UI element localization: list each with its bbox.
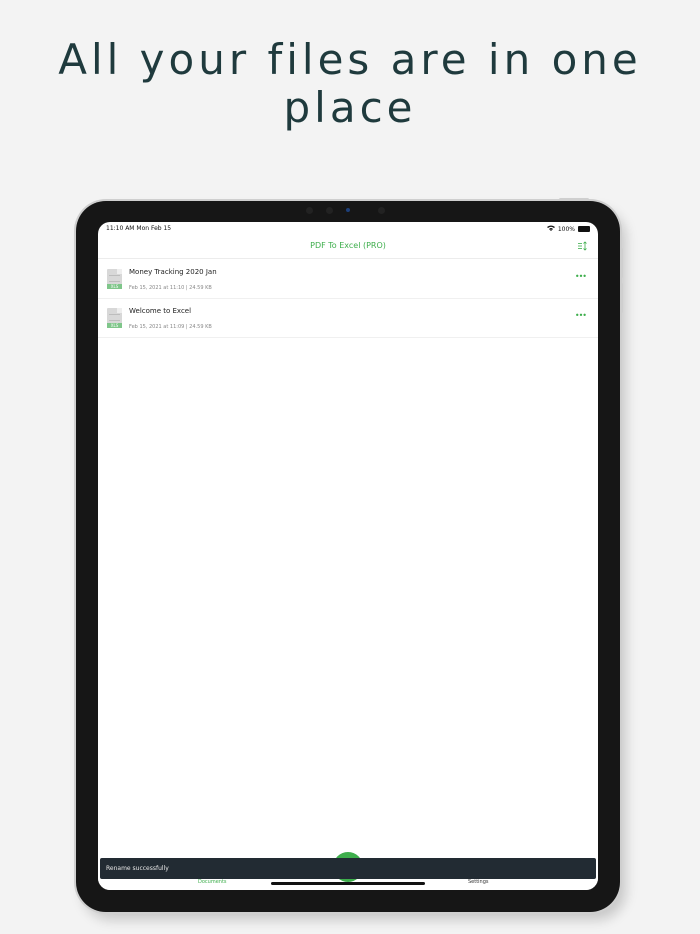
xls-file-icon: XLS	[107, 269, 122, 289]
ipad-frame: 11:10 AM Mon Feb 15 100% PDF To Excel (P…	[76, 198, 623, 912]
home-indicator[interactable]	[271, 882, 425, 885]
file-name: Welcome to Excel	[129, 307, 192, 315]
file-row[interactable]: XLS Welcome to Excel Feb 15, 2021 at 11:…	[98, 298, 598, 338]
top-button	[559, 198, 589, 201]
toast-text: Rename successfully	[106, 865, 169, 872]
wifi-icon	[546, 225, 555, 233]
headline: All your files are in one place	[58, 35, 642, 132]
file-meta: Feb 15, 2021 at 11:10 | 24.59 KB	[129, 285, 212, 291]
toast-message: Rename successfully	[100, 858, 596, 879]
file-name: Money Tracking 2020 Jan	[129, 268, 217, 276]
more-options-icon[interactable]: •••	[575, 272, 587, 281]
xls-file-icon: XLS	[107, 308, 122, 328]
more-options-icon[interactable]: •••	[575, 311, 587, 320]
tab-documents[interactable]: Documents	[198, 879, 227, 885]
volume-down-button	[620, 283, 623, 313]
status-bar: 11:10 AM Mon Feb 15 100%	[98, 222, 598, 236]
tab-settings[interactable]: Settings	[468, 879, 489, 885]
file-row[interactable]: XLS Money Tracking 2020 Jan Feb 15, 2021…	[98, 259, 598, 299]
screen: 11:10 AM Mon Feb 15 100% PDF To Excel (P…	[98, 222, 598, 890]
status-time: 11:10 AM Mon Feb 15	[106, 225, 172, 232]
volume-up-button	[620, 248, 623, 278]
file-meta: Feb 15, 2021 at 11:09 | 24.59 KB	[129, 324, 212, 330]
battery-percent: 100%	[557, 225, 575, 233]
nav-bar: PDF To Excel (PRO)	[98, 236, 598, 259]
sort-icon[interactable]	[578, 241, 588, 251]
battery-icon	[578, 226, 590, 232]
nav-title: PDF To Excel (PRO)	[310, 241, 386, 250]
camera-array	[306, 207, 396, 215]
